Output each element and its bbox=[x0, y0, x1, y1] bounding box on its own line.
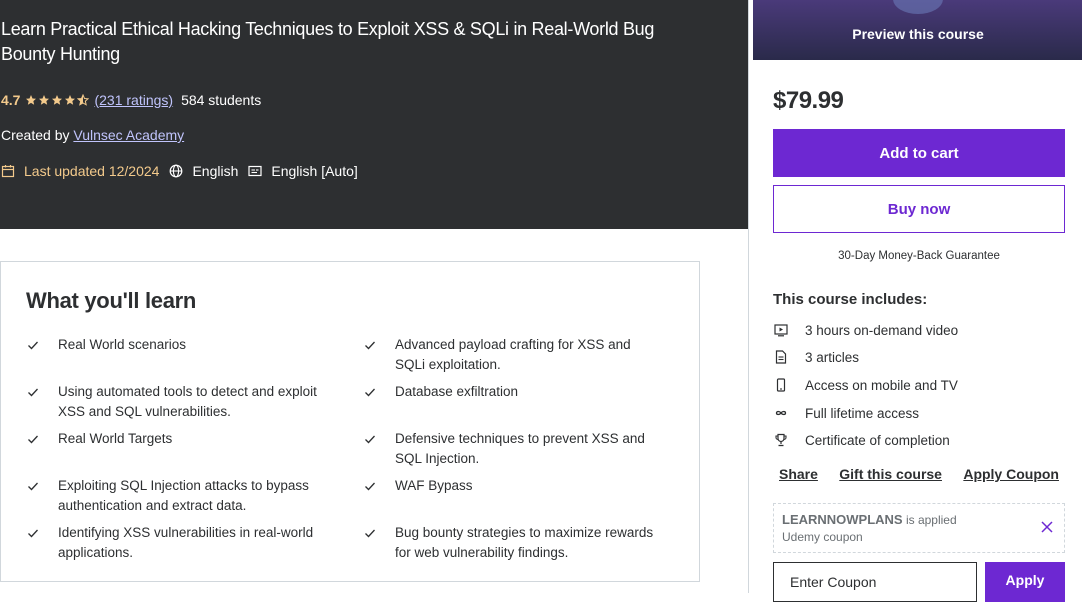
star-icon bbox=[39, 95, 50, 105]
check-icon bbox=[365, 482, 375, 491]
closed-captions-icon bbox=[248, 165, 262, 177]
learn-item: Bug bounty strategies to maximize reward… bbox=[363, 523, 663, 562]
learn-item: Advanced payload crafting for XSS and SQ… bbox=[363, 335, 663, 374]
includes-title: This course includes: bbox=[773, 291, 928, 308]
check-icon bbox=[28, 529, 38, 538]
created-by-label: Created by bbox=[1, 127, 70, 143]
learn-item-text: Defensive techniques to prevent XSS and … bbox=[395, 431, 645, 466]
learn-item: Using automated tools to detect and expl… bbox=[26, 382, 326, 421]
language: English bbox=[169, 163, 238, 179]
check-icon bbox=[365, 435, 375, 444]
check-icon bbox=[28, 388, 38, 397]
applied-coupon: LEARNNOWPLANS is applied Udemy coupon bbox=[773, 503, 1065, 553]
apply-coupon-button[interactable]: Apply bbox=[985, 562, 1065, 602]
coupon-input[interactable] bbox=[773, 562, 977, 602]
check-icon bbox=[28, 482, 38, 491]
ratings-link[interactable]: (231 ratings) bbox=[94, 92, 173, 108]
created-by: Created by Vulnsec Academy bbox=[1, 127, 184, 143]
learn-item-text: Bug bounty strategies to maximize reward… bbox=[395, 525, 654, 560]
learn-item-text: Exploiting SQL Injection attacks to bypa… bbox=[58, 478, 309, 513]
globe-icon bbox=[170, 164, 183, 178]
learn-item: WAF Bypass bbox=[363, 476, 663, 496]
article-icon bbox=[775, 350, 787, 364]
check-icon bbox=[365, 529, 375, 538]
learn-item: Real World Targets bbox=[26, 429, 326, 449]
include-item: Certificate of completion bbox=[773, 432, 950, 448]
trophy-icon bbox=[775, 433, 787, 447]
include-item-text: 3 hours on-demand video bbox=[805, 322, 959, 338]
apply-coupon-link[interactable]: Apply Coupon bbox=[957, 466, 1065, 482]
course-meta: Last updated 12/2024 English English [Au… bbox=[1, 161, 368, 181]
learn-item: Identifying XSS vulnerabilities in real-… bbox=[26, 523, 326, 562]
include-item-text: 3 articles bbox=[805, 349, 860, 365]
learn-item: Database exfiltration bbox=[363, 382, 663, 402]
language-text: English bbox=[192, 163, 239, 179]
add-to-cart-button[interactable]: Add to cart bbox=[773, 129, 1065, 177]
include-item: 3 hours on-demand video bbox=[773, 322, 958, 338]
captions-text: English [Auto] bbox=[271, 163, 358, 179]
coupon-source: Udemy coupon bbox=[782, 530, 863, 544]
course-hero: Learn Practical Ethical Hacking Techniqu… bbox=[0, 0, 748, 229]
learn-item-text: Real World scenarios bbox=[58, 337, 187, 352]
include-item-text: Certificate of completion bbox=[805, 432, 950, 448]
star-icon bbox=[26, 95, 37, 105]
learn-item-text: Advanced payload crafting for XSS and SQ… bbox=[395, 337, 631, 372]
calendar-icon bbox=[1, 165, 15, 178]
check-icon bbox=[365, 341, 375, 350]
star-icon bbox=[52, 95, 63, 105]
student-count: 584 students bbox=[181, 92, 262, 108]
preview-thumbnail bbox=[893, 0, 943, 14]
half-star-icon bbox=[77, 94, 90, 106]
buy-now-button[interactable]: Buy now bbox=[773, 185, 1065, 233]
video-icon bbox=[774, 324, 788, 337]
rating-value: 4.7 bbox=[1, 92, 21, 108]
preview-label[interactable]: Preview this course bbox=[753, 26, 1082, 42]
check-icon bbox=[365, 388, 375, 397]
close-icon[interactable] bbox=[1040, 520, 1054, 534]
include-item: Full lifetime access bbox=[773, 405, 919, 421]
learn-title: What you'll learn bbox=[26, 288, 197, 313]
mobile-icon bbox=[776, 378, 786, 392]
include-item-text: Access on mobile and TV bbox=[805, 377, 958, 393]
course-title: Learn Practical Ethical Hacking Techniqu… bbox=[1, 19, 655, 64]
learn-item: Exploiting SQL Injection attacks to bypa… bbox=[26, 476, 326, 515]
star-icon bbox=[65, 95, 76, 105]
course-preview[interactable]: Preview this course bbox=[753, 0, 1082, 60]
course-actions: Share Gift this course Apply Coupon bbox=[773, 466, 1065, 482]
author-link[interactable]: Vulnsec Academy bbox=[73, 127, 184, 143]
check-icon bbox=[28, 341, 38, 350]
coupon-applied-text: is applied bbox=[905, 513, 957, 527]
money-back-guarantee: 30-Day Money-Back Guarantee bbox=[838, 250, 1000, 262]
share-link[interactable]: Share bbox=[773, 466, 824, 482]
what-you-will-learn: What you'll learn Real World scenarios A… bbox=[0, 261, 700, 582]
gift-course-link[interactable]: Gift this course bbox=[833, 466, 948, 482]
infinity-icon bbox=[775, 410, 787, 416]
learn-item-text: Database exfiltration bbox=[395, 384, 519, 399]
course-price: $79.99 bbox=[773, 87, 844, 114]
include-item-text: Full lifetime access bbox=[805, 405, 920, 421]
check-icon bbox=[28, 435, 38, 444]
learn-item-text: Real World Targets bbox=[58, 431, 173, 446]
include-item: Access on mobile and TV bbox=[773, 377, 958, 393]
last-updated: Last updated 12/2024 bbox=[1, 163, 159, 179]
learn-item: Defensive techniques to prevent XSS and … bbox=[363, 429, 663, 468]
learn-item: Real World scenarios bbox=[26, 335, 326, 355]
include-item: 3 articles bbox=[773, 349, 859, 365]
captions: English [Auto] bbox=[248, 163, 358, 179]
purchase-sidebar: Preview this course $79.99 Add to cart B… bbox=[748, 0, 1082, 602]
learn-item-text: Identifying XSS vulnerabilities in real-… bbox=[58, 525, 314, 560]
learn-item-text: WAF Bypass bbox=[395, 478, 473, 493]
last-updated-text: Last updated 12/2024 bbox=[24, 163, 160, 179]
star-rating bbox=[25, 94, 90, 106]
learn-item-text: Using automated tools to detect and expl… bbox=[58, 384, 317, 419]
coupon-code: LEARNNOWPLANS bbox=[782, 512, 903, 527]
rating-row: 4.7 (231 ratings) 584 students bbox=[1, 90, 261, 110]
